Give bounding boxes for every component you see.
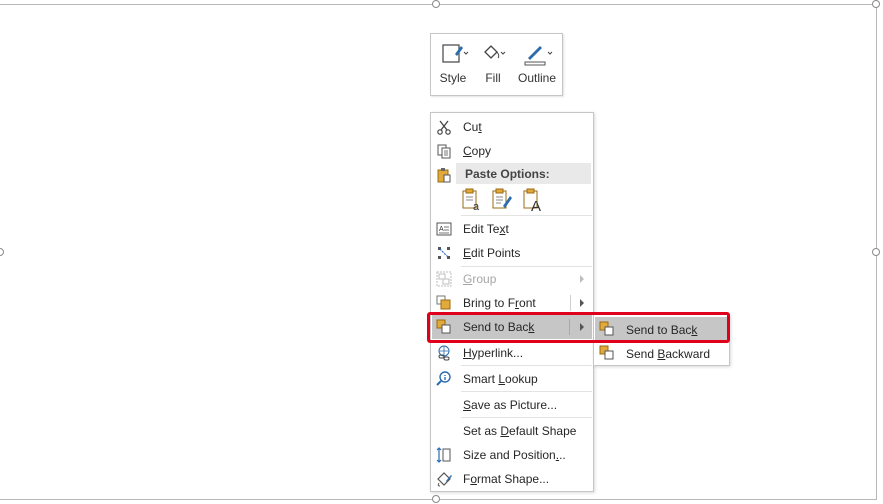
menu-label: Format Shape... (463, 472, 550, 486)
submenu-label: Send Backward (626, 347, 711, 361)
menu-label: Edit Text (463, 222, 509, 236)
menu-item-size-and-position[interactable]: Size and Position... (431, 443, 593, 467)
menu-separator (461, 391, 592, 392)
menu-label: Group (463, 272, 497, 286)
context-menu: Cut Copy Paste Options: a A A Edit Text … (430, 112, 594, 492)
resize-handle-right[interactable] (872, 248, 880, 256)
menu-label: Send to Back (463, 320, 535, 334)
menu-label: Save as Picture... (463, 398, 558, 412)
menu-item-save-as-picture[interactable]: Save as Picture... (431, 393, 593, 417)
menu-separator (461, 215, 592, 216)
resize-handle-top[interactable] (432, 0, 440, 8)
fill-label: Fill (485, 71, 501, 85)
fill-button[interactable]: Fill (479, 40, 507, 90)
menu-label: Copy (463, 144, 492, 158)
menu-label: Set as Default Shape (463, 424, 577, 438)
chevron-right-icon (580, 275, 584, 283)
menu-item-group[interactable]: Group (431, 267, 593, 291)
menu-item-hyperlink[interactable]: Hyperlink... (431, 341, 593, 365)
scissors-icon (437, 120, 451, 135)
menu-item-bring-to-front[interactable]: Bring to Front (431, 291, 593, 315)
menu-label: Size and Position... (463, 448, 566, 462)
menu-item-set-default-shape[interactable]: Set as Default Shape (431, 419, 593, 443)
paste-options-label: Paste Options: (465, 167, 550, 181)
paste-use-destination-theme-icon[interactable]: a (461, 188, 483, 212)
split-divider (570, 295, 571, 311)
paste-keep-text-only-icon[interactable]: A (522, 188, 544, 212)
submenu-item-send-to-back[interactable]: Send to Back (595, 317, 728, 341)
pen-outline-icon (524, 46, 553, 66)
menu-item-send-to-back[interactable]: Send to Back (432, 315, 592, 339)
mini-toolbar: Style Fill Outline (430, 33, 563, 96)
send-to-back-submenu: Send to Back Send Backward (593, 314, 730, 366)
text-box-icon: A (436, 222, 452, 236)
outline-button[interactable]: Outline (515, 40, 559, 90)
send-backward-icon (599, 345, 614, 360)
shape-style-icon (442, 44, 469, 63)
svg-text:A: A (439, 226, 444, 233)
send-to-back-icon (599, 321, 614, 336)
format-shape-icon (437, 472, 452, 487)
copy-icon (437, 144, 451, 159)
menu-label: Hyperlink... (463, 346, 524, 360)
resize-handle-left[interactable] (0, 248, 4, 256)
resize-handle-top-right[interactable] (872, 0, 880, 8)
chevron-right-icon[interactable] (580, 323, 584, 331)
menu-item-format-shape[interactable]: Format Shape... (431, 467, 593, 491)
style-label: Style (439, 71, 467, 85)
menu-label: Edit Points (463, 246, 521, 260)
menu-label: Bring to Front (463, 296, 536, 310)
menu-item-copy[interactable]: Copy (431, 139, 593, 163)
menu-label: Cut (463, 120, 482, 134)
edit-points-icon (438, 247, 450, 259)
send-to-back-icon (436, 319, 451, 334)
svg-text:a: a (473, 201, 480, 212)
menu-item-smart-lookup[interactable]: Smart Lookup (431, 367, 593, 391)
menu-item-edit-text[interactable]: A Edit Text (431, 217, 593, 241)
paint-bucket-icon (484, 45, 506, 59)
group-objects-icon (436, 271, 452, 287)
paste-keep-source-formatting-icon[interactable] (491, 188, 513, 212)
submenu-item-send-backward[interactable]: Send Backward (595, 341, 728, 365)
submenu-label: Send to Back (626, 323, 698, 337)
bring-to-front-icon (436, 295, 451, 310)
style-button[interactable]: Style (435, 40, 471, 90)
size-position-icon (436, 447, 451, 463)
menu-item-edit-points[interactable]: Edit Points (431, 241, 593, 265)
paste-options-header: Paste Options: (456, 163, 591, 184)
chevron-right-icon[interactable] (580, 299, 584, 307)
hyperlink-icon (438, 345, 450, 361)
resize-handle-bottom[interactable] (432, 495, 440, 503)
menu-item-cut[interactable]: Cut (431, 115, 593, 139)
outline-label: Outline (517, 71, 557, 85)
menu-label: Smart Lookup (463, 372, 538, 386)
smart-lookup-icon (436, 371, 451, 386)
menu-separator (461, 417, 592, 418)
clipboard-icon (437, 168, 451, 183)
split-divider (569, 319, 570, 335)
svg-text:A: A (531, 198, 541, 212)
menu-separator (461, 365, 592, 366)
